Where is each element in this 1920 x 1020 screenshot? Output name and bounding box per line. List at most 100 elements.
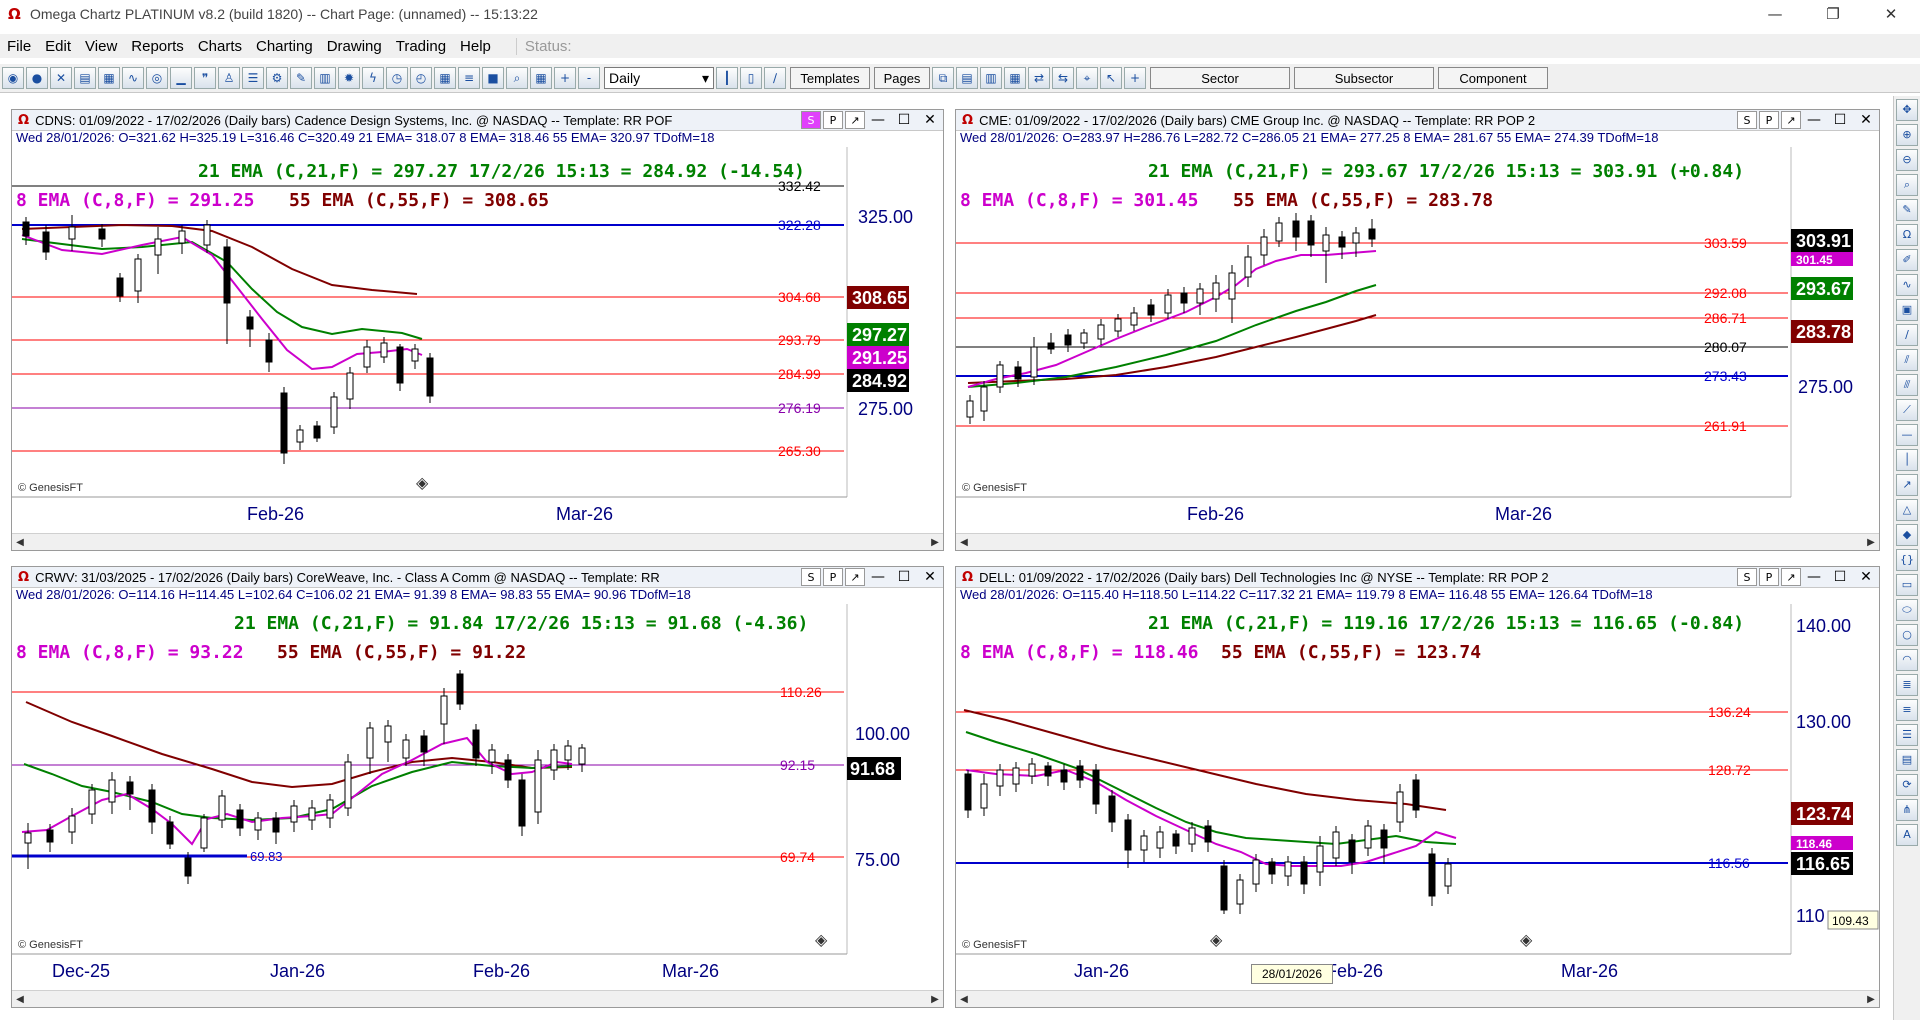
trendline-icon[interactable]: ∕ (1896, 324, 1918, 346)
s-button[interactable]: S (801, 568, 821, 586)
chart-panel-cdns[interactable]: Ω CDNS: 01/09/2022 - 17/02/2026 (Daily b… (11, 109, 944, 551)
grid-icon[interactable]: ▦ (530, 67, 552, 89)
scroll-left-icon[interactable]: ◀ (956, 537, 972, 548)
diamond-marker-icon[interactable]: ◈ (416, 473, 429, 492)
interval-select[interactable]: Daily ▾ (604, 67, 714, 89)
diamond-marker-icon[interactable]: ◈ (815, 930, 828, 949)
fib-fan-icon[interactable]: ≡ (1896, 699, 1918, 721)
fib-ext-icon[interactable]: ☰ (1896, 724, 1918, 746)
stack-icon[interactable]: ≡ (458, 67, 480, 89)
arrow-icon[interactable]: ↗ (1896, 474, 1918, 496)
restore-icon[interactable]: ☐ (891, 568, 917, 586)
building-icon[interactable]: ▥ (314, 67, 336, 89)
move-icon[interactable]: ✥ (1896, 99, 1918, 121)
horizontal-scrollbar[interactable]: ◀ ▶ (12, 990, 943, 1007)
minimize-icon[interactable]: — (1801, 568, 1827, 586)
list-icon[interactable]: ☰ (242, 67, 264, 89)
component-button[interactable]: Component (1438, 67, 1548, 89)
globe-icon[interactable]: ◉ (2, 67, 24, 89)
gauge-icon[interactable]: ◴ (410, 67, 432, 89)
menu-trading[interactable]: Trading (389, 38, 453, 55)
scroll-right-icon[interactable]: ▶ (1863, 537, 1879, 548)
templates-button[interactable]: Templates (790, 67, 870, 89)
popout-icon[interactable]: ↗ (1781, 568, 1801, 586)
traffic-light-icon[interactable]: ● (26, 67, 48, 89)
text-icon[interactable]: A (1896, 824, 1918, 846)
cycle-icon[interactable]: ⟳ (1896, 774, 1918, 796)
chart-panel-crwv[interactable]: Ω CRWV: 31/03/2025 - 17/02/2026 (Daily b… (11, 566, 944, 1008)
chart-plot[interactable]: 21 EMA (C,21,F) = 297.27 17/2/26 15:13 =… (12, 147, 943, 533)
restore-icon[interactable]: ❐ (1804, 0, 1862, 28)
stop-icon[interactable]: ■ (482, 67, 504, 89)
pages-button[interactable]: Pages (874, 67, 930, 89)
sector-button[interactable]: Sector (1150, 67, 1290, 89)
s-button[interactable]: S (1737, 568, 1757, 586)
pitchfork-icon[interactable]: ⋔ (1896, 799, 1918, 821)
zoom-out-icon[interactable]: ⊖ (1896, 149, 1918, 171)
clock-icon[interactable]: ◷ (386, 67, 408, 89)
quote-icon[interactable]: ❞ (194, 67, 216, 89)
lightning-icon[interactable]: ϟ (362, 67, 384, 89)
p-button[interactable]: P (823, 568, 843, 586)
menu-view[interactable]: View (78, 38, 124, 55)
scroll-right-icon[interactable]: ▶ (927, 537, 943, 548)
line-type-icon[interactable]: ∕ (764, 67, 786, 89)
rectangle-icon[interactable]: ▭ (1896, 574, 1918, 596)
p-button[interactable]: P (1759, 568, 1779, 586)
tools-icon[interactable]: ✕ (50, 67, 72, 89)
candle-type-icon[interactable]: ▯ (740, 67, 762, 89)
pen-icon[interactable]: ✐ (1896, 249, 1918, 271)
menu-reports[interactable]: Reports (124, 38, 191, 55)
close-icon[interactable]: ✕ (917, 568, 943, 586)
minimize-icon[interactable]: — (865, 568, 891, 586)
s-button[interactable]: S (1737, 111, 1757, 129)
fib-icon[interactable]: ≣ (1896, 674, 1918, 696)
chart-plot[interactable]: 21 EMA (C,21,F) = 91.84 17/2/26 15:13 = … (12, 604, 943, 990)
pencil-icon[interactable]: ✎ (290, 67, 312, 89)
horizontal-scrollbar[interactable]: ◀ ▶ (956, 533, 1879, 550)
circle-icon[interactable]: ○ (1896, 624, 1918, 646)
scroll-left-icon[interactable]: ◀ (956, 994, 972, 1005)
menu-charts[interactable]: Charts (191, 38, 249, 55)
subsector-button[interactable]: Subsector (1294, 67, 1434, 89)
minus-tick-icon[interactable]: - (578, 67, 600, 89)
tile-icon[interactable]: ▤ (956, 67, 978, 89)
channel-icon[interactable]: ⫽ (1896, 349, 1918, 371)
calculator-icon[interactable]: ▦ (434, 67, 456, 89)
wave-icon[interactable]: ∿ (122, 67, 144, 89)
highlighter-icon[interactable]: ✎ (1896, 199, 1918, 221)
restore-icon[interactable]: ☐ (891, 111, 917, 129)
close-icon[interactable]: ✕ (1862, 0, 1920, 28)
chart-panel-dell[interactable]: Ω DELL: 01/09/2022 - 17/02/2026 (Daily b… (955, 566, 1880, 1008)
plus-tick-icon[interactable]: + (554, 67, 576, 89)
crosshair-icon[interactable]: ⌖ (1076, 67, 1098, 89)
tile-v-icon[interactable]: ▦ (1004, 67, 1026, 89)
brackets-icon[interactable]: {} (1896, 549, 1918, 571)
search-icon[interactable]: ⌕ (506, 67, 528, 89)
bar-type-icon[interactable]: ┃ (716, 67, 738, 89)
popout-icon[interactable]: ↗ (845, 568, 865, 586)
p-button[interactable]: P (1759, 111, 1779, 129)
p-button[interactable]: P (823, 111, 843, 129)
restore-icon[interactable]: ☐ (1827, 568, 1853, 586)
coins-icon[interactable]: ◎ (146, 67, 168, 89)
menu-help[interactable]: Help (453, 38, 498, 55)
menu-drawing[interactable]: Drawing (320, 38, 389, 55)
triangle-icon[interactable]: △ (1896, 499, 1918, 521)
diamond-marker-icon[interactable]: ◈ (1520, 930, 1533, 949)
restore-icon[interactable]: ☐ (1827, 111, 1853, 129)
chart-panel-cme[interactable]: Ω CME: 01/09/2022 - 17/02/2026 (Daily ba… (955, 109, 1880, 551)
scroll-right-icon[interactable]: ▶ (1863, 994, 1879, 1005)
pointer-icon[interactable]: ↖ (1100, 67, 1122, 89)
close-icon[interactable]: ✕ (917, 111, 943, 129)
horizontal-scrollbar[interactable]: ◀ ▶ (956, 990, 1879, 1007)
filter-icon[interactable]: ▦ (98, 67, 120, 89)
minimize-icon[interactable]: — (1746, 0, 1804, 28)
chart-plot[interactable]: 21 EMA (C,21,F) = 119.16 17/2/26 15:13 =… (956, 604, 1879, 990)
hline-icon[interactable]: — (1896, 424, 1918, 446)
wave-draw-icon[interactable]: ∿ (1896, 274, 1918, 296)
scroll-left-icon[interactable]: ◀ (12, 537, 28, 548)
menu-charting[interactable]: Charting (249, 38, 320, 55)
ellipse-icon[interactable]: ⬭ (1896, 599, 1918, 621)
menu-edit[interactable]: Edit (38, 38, 78, 55)
